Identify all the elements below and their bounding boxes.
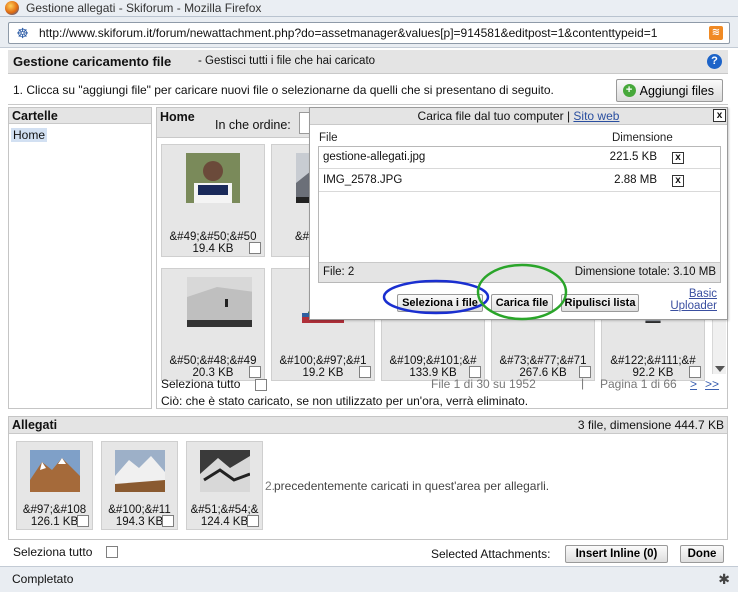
upload-dialog: Carica file dal tuo computer | Sito web …: [309, 107, 728, 321]
upload-row: gestione-allegati.jpg 221.5 KB x: [319, 147, 720, 169]
attachment-checkbox[interactable]: [162, 515, 174, 527]
thumb-image: [645, 319, 661, 323]
attachments-title: Allegati: [12, 418, 58, 432]
add-files-label: Aggiungi files: [639, 83, 714, 98]
help-icon[interactable]: ?: [707, 54, 722, 69]
insert-inline-button[interactable]: Insert Inline (0): [565, 545, 668, 563]
select-all-checkbox[interactable]: [255, 379, 267, 391]
bottom-actions: Seleziona tutto Selected Attachments: In…: [8, 541, 728, 565]
col-file-header: File: [319, 132, 338, 144]
folders-title: Cartelle: [9, 108, 151, 124]
attachments-panel: Allegati 3 file, dimensione 444.7 KB &#9…: [8, 416, 728, 540]
close-icon[interactable]: x: [713, 109, 726, 122]
attachment-thumb[interactable]: &#100;&#11 194.3 KB: [101, 441, 178, 530]
thumb-image: [186, 153, 240, 203]
address-bar: ☸ http://www.skiforum.it/forum/newattach…: [0, 17, 738, 48]
upload-list-footer: File: 2 Dimensione totale: 3.10 MB: [319, 262, 720, 282]
upload-note-row: Ciò: che è stato caricato, se non utiliz…: [157, 393, 727, 409]
upload-file-name: IMG_2578.JPG: [323, 174, 403, 186]
upload-file-size: 221.5 KB: [609, 151, 657, 163]
window-titlebar: Gestione allegati - Skiforum - Mozilla F…: [0, 0, 738, 17]
last-page-link[interactable]: >>: [705, 377, 719, 391]
folders-panel: Cartelle Home: [8, 107, 152, 409]
scroll-down-arrow[interactable]: [715, 366, 725, 372]
upload-file-count: File: 2: [323, 266, 355, 278]
attachment-checkbox[interactable]: [77, 515, 89, 527]
upload-file-size: 2.88 MB: [614, 174, 657, 186]
attachment-thumb[interactable]: &#97;&#108 126.1 KB: [16, 441, 93, 530]
attachment-image: [115, 450, 165, 492]
upload-files-button[interactable]: Carica file: [491, 294, 553, 312]
globe-icon: ☸: [16, 25, 29, 41]
upload-row: IMG_2578.JPG 2.88 MB x: [319, 170, 720, 192]
file-count: File 1 di 30 su 1952: [431, 377, 536, 391]
files-footer: Seleziona tutto File 1 di 30 su 1952 | P…: [157, 376, 727, 393]
upload-total-size: Dimensione totale: 3.10 MB: [574, 266, 716, 278]
pagination-separator: |: [581, 376, 585, 390]
page-title: Gestione caricamento file: [13, 54, 172, 69]
attachments-hint: precedentemente caricati in quest'area p…: [274, 479, 550, 493]
clear-list-button[interactable]: Ripulisci lista: [561, 294, 639, 312]
attachments-summary: 3 file, dimensione 444.7 KB: [577, 418, 724, 432]
file-thumb[interactable]: &#49;&#50;&#50 19.4 KB: [161, 144, 265, 257]
footer-select-all-label: Seleziona tutto: [13, 545, 93, 559]
upload-title-separator: |: [566, 109, 571, 123]
next-page-link[interactable]: >: [690, 377, 697, 391]
file-thumb[interactable]: &#50;&#48;&#49 20.3 KB: [161, 268, 265, 381]
basic-uploader-line2: Uploader: [670, 300, 717, 312]
instructions-bar: 1. Clicca su "aggiungi file" per caricar…: [8, 75, 728, 105]
bug-icon[interactable]: ✱: [718, 571, 730, 588]
pagination-info: Pagina 1 di 66: [600, 377, 677, 391]
attachment-image: [30, 450, 80, 492]
remove-file-icon[interactable]: x: [672, 175, 684, 187]
folder-item-home[interactable]: Home: [11, 128, 48, 142]
status-bar: Completato ✱: [0, 566, 738, 592]
current-folder: Home: [160, 110, 195, 124]
plus-icon: +: [622, 84, 636, 97]
add-files-button[interactable]: + Aggiungi files: [615, 79, 723, 102]
done-button[interactable]: Done: [680, 545, 724, 563]
upload-dialog-title: Carica file dal tuo computer: [417, 109, 564, 123]
order-label: In che ordine:: [215, 118, 291, 132]
url-text[interactable]: http://www.skiforum.it/forum/newattachme…: [39, 26, 689, 40]
upload-note: Ciò: che è stato caricato, se non utiliz…: [161, 394, 529, 408]
thumb-checkbox[interactable]: [249, 242, 261, 254]
window-title: Gestione allegati - Skiforum - Mozilla F…: [26, 1, 262, 15]
thumb-image: [187, 277, 252, 327]
attachment-thumb[interactable]: &#51;&#54;& 124.4 KB: [186, 441, 263, 530]
instructions-text: 1. Clicca su "aggiungi file" per caricar…: [13, 83, 554, 97]
col-size-header: Dimensione: [612, 132, 673, 144]
status-text: Completato: [12, 572, 74, 586]
basic-uploader-link[interactable]: Basic Uploader: [670, 288, 717, 312]
attachment-checkbox[interactable]: [247, 515, 259, 527]
page-header: Gestione caricamento file - Gestisci tut…: [8, 50, 728, 74]
select-all-label: Seleziona tutto: [161, 377, 241, 391]
footer-select-all-checkbox[interactable]: [106, 546, 118, 558]
upload-file-list: gestione-allegati.jpg 221.5 KB x IMG_257…: [318, 146, 721, 283]
url-field[interactable]: ☸ http://www.skiforum.it/forum/newattach…: [8, 22, 730, 44]
attachments-header: Allegati 3 file, dimensione 444.7 KB: [9, 417, 727, 434]
select-files-button[interactable]: Seleziona i file: [397, 294, 483, 312]
basic-uploader-line1: Basic: [688, 288, 717, 300]
upload-file-name: gestione-allegati.jpg: [323, 151, 426, 163]
remove-file-icon[interactable]: x: [672, 152, 684, 164]
firefox-icon: [5, 1, 19, 15]
page-subtitle: - Gestisci tutti i file che hai caricato: [198, 55, 376, 67]
attachment-image: [200, 450, 250, 492]
rss-icon[interactable]: ≋: [709, 26, 723, 40]
website-link[interactable]: Sito web: [573, 109, 619, 123]
upload-dialog-header: Carica file dal tuo computer | Sito web …: [310, 108, 727, 125]
selected-attachments-label: Selected Attachments:: [431, 547, 551, 561]
